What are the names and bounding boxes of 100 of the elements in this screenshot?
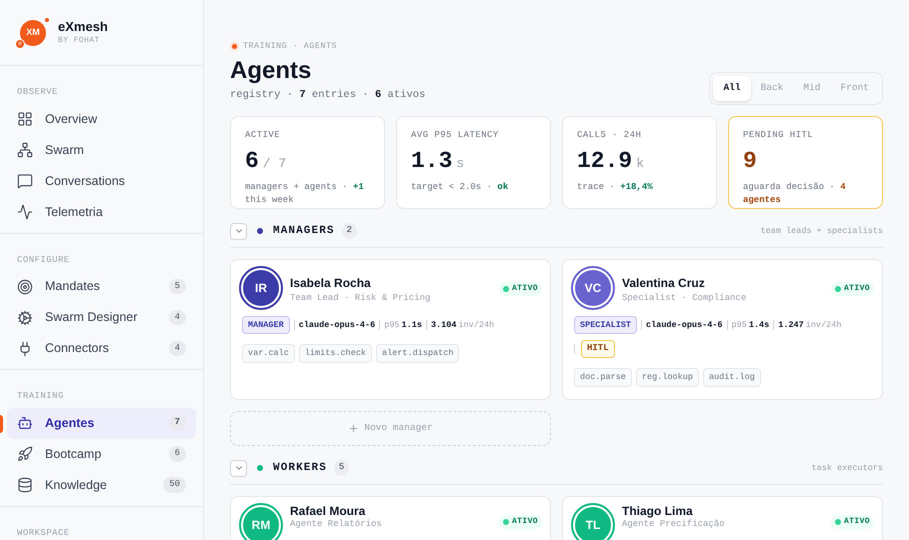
status-badge: ATIVO [830,514,874,528]
latency-value: 1.4s [748,318,770,332]
sidebar-item[interactable]: Swarm [7,134,196,166]
filter-tab[interactable]: All [713,76,751,100]
count-badge: 4 [168,310,186,326]
group-count: 5 [334,460,350,476]
collapse-toggle[interactable] [230,222,247,240]
plus-icon [348,422,360,434]
group-count: 2 [342,223,358,239]
sidebar-item[interactable]: Overview [7,104,196,134]
stat-value: 6 [245,147,259,176]
group-hint: team leads + specialists [760,224,883,238]
grid-icon [17,111,33,127]
target-icon [17,278,33,294]
stat-note: aguarda decisão · 4 agentes [743,180,847,206]
tool-chip: alert.dispatch [376,344,460,363]
agent-card[interactable]: TL Thiago Lima Agente Precificação ATIVO [562,496,883,540]
section-heading: WORKSPACE [16,526,71,540]
agent-name: Valentina Cruz [622,274,706,292]
pulse-icon [17,204,33,220]
invocation-unit: inv/24h [806,318,842,332]
stat-note: managers + agents · +1 this week [245,180,365,206]
collapse-toggle[interactable] [230,460,247,476]
stat-unit: s [456,155,464,173]
role-tag: SPECIALIST [574,316,638,334]
group-hint: task executors [812,462,883,474]
stat-value: 1.3 [411,147,452,176]
brand-name: eXmesh [58,18,108,34]
count-badge: 50 [163,477,186,493]
agent-role: Agente Relatórios [290,518,383,530]
avatar: RM [239,502,283,540]
group-title: WORKERS [273,460,327,476]
group-title: MANAGERS [273,224,335,239]
sidebar-item[interactable]: Agentes 7 [7,408,196,438]
agent-card[interactable]: RM Rafael Moura Agente Relatórios ATIVO [230,496,551,540]
role-tag: MANAGER [242,316,290,334]
stat-label: ACTIVE [245,128,282,142]
chat-bubble-icon [17,173,33,189]
stat-unit: k [636,155,644,173]
agent-name: Rafael Moura [290,504,366,518]
section-heading: CONFIGURE [16,254,71,266]
latency-label: p95 [384,318,400,332]
invocation-count: 3.104 [430,318,456,332]
count-badge: 7 [168,415,186,431]
stat-label: CALLS · 24H [577,128,642,142]
breadcrumb: TRAINING · AGENTS [243,40,337,53]
status-badge: ATIVO [830,282,874,296]
tool-chip: limits.check [298,344,372,363]
stat-value: 12.9 [577,147,632,176]
sidebar-item[interactable]: Connectors 4 [7,333,196,364]
stat-note: trace · +18,4% [577,180,654,194]
tool-chip: reg.lookup [636,368,699,386]
agent-role: Specialist · Compliance [622,292,748,304]
section-heading: TRAINING [16,390,65,403]
status-badge: ATIVO [498,514,542,528]
sidebar-item[interactable]: Bootcamp 6 [7,438,196,470]
active-indicator [0,414,3,432]
latency-value: 1.1s [402,318,422,332]
stat-label: PENDING HITL [743,128,814,142]
invocation-unit: inv/24h [458,318,494,332]
robot-icon [17,415,33,431]
page-title: Agents [230,56,312,86]
page-subtitle: registry · 7 entries · 6 ativos [230,88,426,103]
stat-unit: / 7 [262,155,286,173]
sidebar-item[interactable]: Telemetria [7,196,196,228]
breadcrumb-dot-icon [230,42,239,51]
sidebar-item[interactable]: Knowledge 50 [7,470,196,500]
gear-icon [17,310,33,326]
tool-chip: var.calc [242,344,295,363]
section-heading: OBSERVE [16,86,59,99]
count-badge: 4 [168,340,186,356]
hitl-badge: HITL [581,340,615,358]
network-icon [17,142,33,158]
stat-label: AVG P95 LATENCY [411,128,500,142]
agent-card[interactable]: IR Isabela Rocha Team Lead · Risk & Pricing ATIVO MANAGER claude-opus-4-6 p95 1.1s 3.104 inv/24h var.calc limits.check alert.dispatch [230,258,551,400]
rocket-icon [17,446,33,462]
agent-name: Thiago Lima [622,504,694,518]
model-name: claude-opus-4-6 [646,318,723,332]
stat-value: 9 [743,147,757,176]
tool-chip: doc.parse [574,368,632,386]
avatar: VC [571,266,615,310]
agent-card[interactable]: VC Valentina Cruz Specialist · Compliance ATIVO SPECIALIST claude-opus-4-6 p95 1.4s 1.247 inv/24h HITL doc.parse reg.lookup audit.log [562,258,883,400]
sidebar-item[interactable]: Mandates 5 [7,271,196,302]
latency-label: p95 [732,318,747,332]
status-badge: ATIVO [498,282,542,296]
tool-chip: audit.log [702,368,761,386]
agent-name: Isabela Rocha [290,274,372,292]
avatar: IR [239,266,283,310]
sidebar-item[interactable]: Swarm Designer 4 [7,302,196,333]
invocation-count: 1.247 [778,318,804,332]
agent-role: Team Lead · Risk & Pricing [290,292,432,304]
brand-byline: BY FOHAT [58,34,101,46]
stat-note: target < 2.0s · ok [411,180,510,194]
avatar: TL [571,502,615,540]
count-badge: 6 [168,446,186,462]
sidebar-item[interactable]: Conversations [7,166,196,196]
count-badge: 5 [168,278,186,294]
agent-role: Agente Precificação [622,518,726,530]
database-icon [17,477,33,493]
model-name: claude-opus-4-6 [298,318,376,332]
